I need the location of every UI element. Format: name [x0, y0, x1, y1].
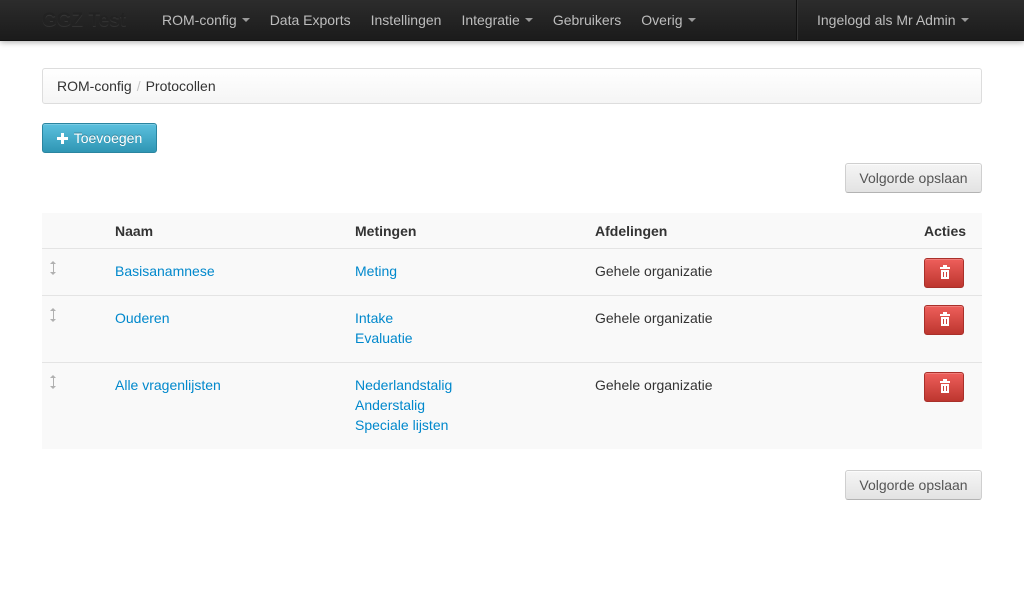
- caret-down-icon: [687, 18, 696, 23]
- protocol-name-link[interactable]: Basisanamnese: [115, 261, 215, 281]
- nav-item-label: ROM-config: [162, 12, 237, 28]
- table-row: Alle vragenlijsten Nederlandstalig Ander…: [42, 363, 982, 449]
- nav-item-instellingen[interactable]: Instellingen: [361, 0, 452, 40]
- save-order-button-top[interactable]: Volgorde opslaan: [845, 163, 982, 193]
- measurement-link[interactable]: Evaluatie: [355, 328, 413, 348]
- top-navbar: GGZ Test ROM-config Data Exports Instell…: [0, 0, 1024, 41]
- drag-handle-icon[interactable]: [50, 308, 57, 322]
- delete-button[interactable]: [924, 305, 964, 335]
- plus-icon: [56, 133, 68, 144]
- nav-item-integratie[interactable]: Integratie: [451, 0, 542, 40]
- breadcrumb-rom-config[interactable]: ROM-config: [57, 78, 132, 94]
- user-menu-container: Ingelogd als Mr Admin: [796, 0, 1024, 40]
- department-text: Gehele organizatie: [595, 310, 713, 326]
- caret-down-icon: [241, 18, 250, 23]
- protocol-name-link[interactable]: Alle vragenlijsten: [115, 375, 221, 395]
- department-text: Gehele organizatie: [595, 377, 713, 393]
- table-row: Basisanamnese Meting Gehele organizatie: [42, 249, 982, 296]
- add-protocol-button[interactable]: Toevoegen: [42, 123, 157, 153]
- column-header-name: Naam: [115, 223, 154, 239]
- nav-item-label: Integratie: [461, 12, 520, 28]
- save-order-button-bottom[interactable]: Volgorde opslaan: [845, 470, 982, 500]
- main-nav: ROM-config Data Exports Instellingen Int…: [152, 0, 706, 40]
- measurement-link[interactable]: Speciale lijsten: [355, 415, 452, 435]
- breadcrumb-separator: /: [136, 78, 141, 94]
- drag-handle-icon[interactable]: [50, 375, 57, 389]
- measurement-link[interactable]: Meting: [355, 261, 397, 281]
- delete-button[interactable]: [924, 372, 964, 402]
- trash-icon: [940, 312, 950, 326]
- measurement-link[interactable]: Nederlandstalig: [355, 375, 452, 395]
- delete-button[interactable]: [924, 258, 964, 288]
- trash-icon: [940, 379, 950, 393]
- breadcrumb-current: Protocollen: [145, 78, 216, 94]
- column-header-departments: Afdelingen: [595, 223, 668, 239]
- nav-item-label: Gebruikers: [552, 12, 622, 28]
- table-header: Naam Metingen Afdelingen Acties: [42, 213, 982, 249]
- user-menu[interactable]: Ingelogd als Mr Admin: [797, 0, 1024, 40]
- user-menu-label: Ingelogd als Mr Admin: [817, 12, 956, 28]
- nav-item-rom-config[interactable]: ROM-config: [152, 0, 260, 40]
- caret-down-icon: [960, 18, 969, 23]
- nav-item-label: Data Exports: [269, 12, 351, 28]
- trash-icon: [940, 265, 950, 279]
- column-header-measurements: Metingen: [355, 223, 417, 239]
- column-header-actions: Acties: [924, 223, 967, 239]
- table-row: Ouderen Intake Evaluatie Gehele organiza…: [42, 296, 982, 363]
- brand-logo[interactable]: GGZ Test: [42, 9, 126, 33]
- measurement-link[interactable]: Intake: [355, 308, 413, 328]
- department-text: Gehele organizatie: [595, 263, 713, 279]
- nav-item-label: Instellingen: [370, 12, 442, 28]
- nav-item-label: Overig: [641, 12, 683, 28]
- add-button-label: Toevoegen: [73, 130, 143, 146]
- protocols-table: Naam Metingen Afdelingen Acties Basisana…: [42, 213, 982, 449]
- measurement-link[interactable]: Anderstalig: [355, 395, 452, 415]
- protocol-name-link[interactable]: Ouderen: [115, 308, 169, 328]
- drag-handle-icon[interactable]: [50, 261, 57, 275]
- nav-item-gebruikers[interactable]: Gebruikers: [543, 0, 631, 40]
- caret-down-icon: [524, 18, 533, 23]
- breadcrumb: ROM-config / Protocollen: [42, 68, 982, 104]
- nav-item-overig[interactable]: Overig: [631, 0, 705, 40]
- nav-item-data-exports[interactable]: Data Exports: [260, 0, 361, 40]
